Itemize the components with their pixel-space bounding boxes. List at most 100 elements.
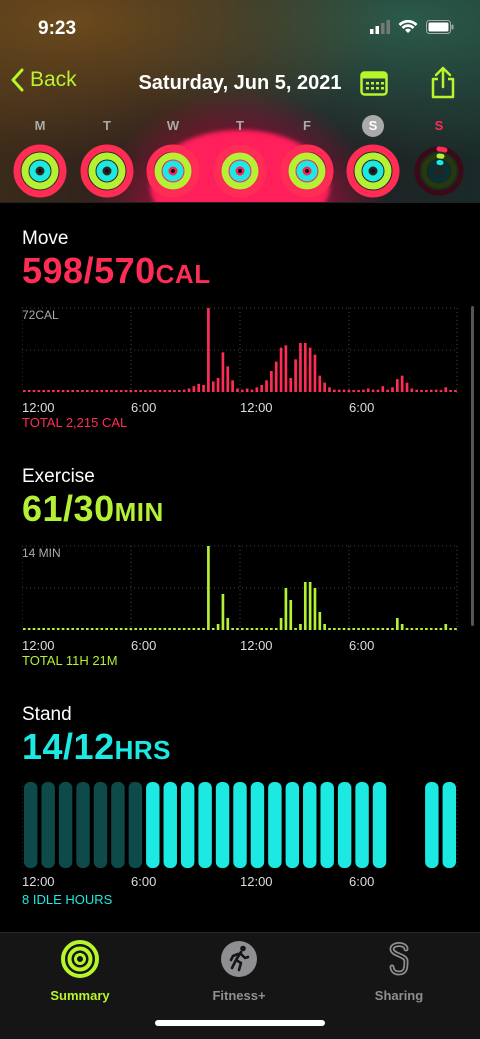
chart-bar — [308, 347, 312, 392]
chart-bar — [153, 390, 157, 392]
chart-bar — [182, 628, 186, 630]
chart-bar — [294, 359, 297, 392]
chart-bar — [299, 624, 302, 630]
tab-summary[interactable]: Summary — [20, 939, 140, 1003]
chart-bar — [115, 390, 118, 392]
day-6[interactable]: S — [411, 114, 467, 203]
chart-bar — [22, 390, 26, 392]
day-0[interactable]: M — [12, 114, 68, 203]
chart-bar — [95, 628, 99, 630]
chart-bar — [381, 386, 385, 392]
chart-bar — [134, 628, 138, 630]
chart-bar — [279, 618, 283, 630]
stand-hour-bar — [93, 782, 108, 868]
scrollbar[interactable] — [471, 306, 474, 626]
stand-hour-bar — [355, 782, 369, 868]
chart-bar — [260, 628, 264, 630]
stand-hour-bar — [24, 782, 38, 868]
hour-label: 6:00 — [131, 400, 157, 415]
cellular-icon — [370, 20, 390, 34]
chart-bar — [81, 628, 84, 630]
chart-bar — [202, 385, 205, 392]
day-letter: M — [34, 118, 46, 133]
chart-bar — [61, 390, 65, 392]
stand-hour-bar — [111, 782, 125, 868]
exercise-section: Exercise 61/30MIN — [22, 466, 462, 530]
chart-bar — [425, 628, 428, 630]
calendar-button[interactable] — [360, 70, 388, 101]
chart-bar — [61, 628, 65, 630]
chart-bar — [265, 628, 268, 630]
day-5[interactable]: S — [345, 114, 401, 203]
activity-rings-icon — [414, 146, 464, 196]
exercise-chart: 14 MIN — [21, 542, 458, 636]
stand-chart-svg — [21, 782, 458, 868]
day-2[interactable]: W — [145, 114, 201, 203]
chart-bar — [270, 371, 273, 392]
tab-fitness-plus[interactable]: Fitness+ — [179, 939, 299, 1003]
hour-label: 12:00 — [240, 638, 273, 653]
tab-fitness-plus-label: Fitness+ — [212, 988, 266, 1003]
chart-bar — [56, 390, 60, 392]
chart-bar — [270, 628, 273, 630]
chart-bar — [56, 628, 60, 630]
stand-hour-bar — [320, 782, 334, 868]
chart-bar — [357, 390, 360, 392]
chart-bar — [386, 628, 389, 630]
chart-bar — [386, 389, 389, 392]
chart-bar — [226, 366, 230, 392]
chart-bar — [425, 390, 428, 392]
chart-bar — [158, 628, 162, 630]
chart-bar — [405, 628, 409, 630]
activity-rings-icon — [13, 144, 67, 198]
chart-bar — [240, 628, 244, 630]
day-1[interactable]: T — [79, 114, 135, 203]
chart-bar — [366, 628, 370, 630]
chart-bar — [274, 361, 278, 392]
chart-bar — [371, 389, 375, 392]
stand-hour-bar — [146, 782, 160, 868]
exercise-unit: MIN — [114, 497, 164, 527]
chart-bar — [391, 387, 394, 392]
home-indicator[interactable] — [155, 1020, 325, 1026]
stand-value: 14/12HRS — [22, 726, 462, 768]
day-3[interactable]: T — [212, 114, 268, 203]
share-button[interactable] — [430, 66, 456, 105]
hour-label: 12:00 — [22, 400, 55, 415]
chart-bar — [420, 628, 423, 630]
chart-bar — [105, 628, 108, 630]
sharing-icon — [389, 942, 409, 976]
chart-bar — [139, 390, 142, 392]
chart-bar — [454, 628, 457, 630]
activity-rings-icon — [146, 144, 200, 198]
chart-bar — [27, 390, 31, 392]
chart-bar — [289, 378, 293, 392]
chart-bar — [139, 628, 142, 630]
chart-bar — [362, 628, 365, 630]
chart-bar — [207, 546, 210, 630]
chart-bar — [66, 390, 70, 392]
chart-bar — [352, 628, 356, 630]
chart-bar — [434, 389, 438, 392]
chart-bar — [434, 628, 438, 630]
chart-bar — [105, 390, 108, 392]
chart-bar — [177, 628, 181, 630]
header-divider — [0, 202, 480, 203]
chart-bar — [395, 379, 399, 392]
hour-label: 6:00 — [131, 638, 157, 653]
chart-bar — [376, 389, 380, 392]
stand-hour-bar — [250, 782, 265, 868]
stand-hour-bar — [233, 782, 247, 868]
chart-bar — [255, 387, 259, 392]
stand-title: Stand — [22, 704, 72, 725]
day-4[interactable]: F — [279, 114, 335, 203]
tab-sharing[interactable]: Sharing — [339, 939, 459, 1003]
chart-bar — [187, 388, 191, 392]
chart-bar — [303, 343, 307, 392]
chart-bar — [76, 390, 79, 392]
chart-bar — [158, 390, 162, 392]
chart-bar — [100, 390, 104, 392]
chart-bar — [134, 390, 138, 392]
chart-bar — [66, 628, 70, 630]
hour-label: 6:00 — [349, 400, 375, 415]
